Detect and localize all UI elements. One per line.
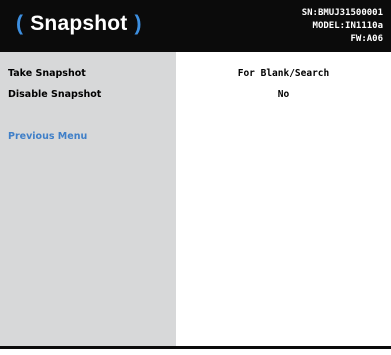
title-text: Snapshot <box>30 12 128 35</box>
menu-item-disable-snapshot[interactable]: Disable Snapshot <box>8 89 101 100</box>
menu-sidebar: Take Snapshot Disable Snapshot Previous … <box>0 52 176 346</box>
serial-number: SN:BMUJ31500001 <box>301 8 383 18</box>
page-title: (Snapshot) <box>16 12 142 36</box>
previous-menu-link[interactable]: Previous Menu <box>8 131 87 142</box>
value-panel: For Blank/Search No <box>176 52 391 346</box>
model-number: MODEL:IN1110a <box>312 21 383 31</box>
firmware-version: FW:A06 <box>350 34 383 44</box>
menu-item-take-snapshot[interactable]: Take Snapshot <box>8 68 86 79</box>
header-bar: (Snapshot) SN:BMUJ31500001 MODEL:IN1110a… <box>0 0 391 52</box>
device-info: SN:BMUJ31500001 MODEL:IN1110a FW:A06 <box>302 7 383 46</box>
disable-snapshot-value[interactable]: No <box>176 89 391 100</box>
bottom-divider <box>0 346 391 349</box>
take-snapshot-value[interactable]: For Blank/Search <box>176 68 391 79</box>
title-close-paren: ) <box>134 12 142 35</box>
